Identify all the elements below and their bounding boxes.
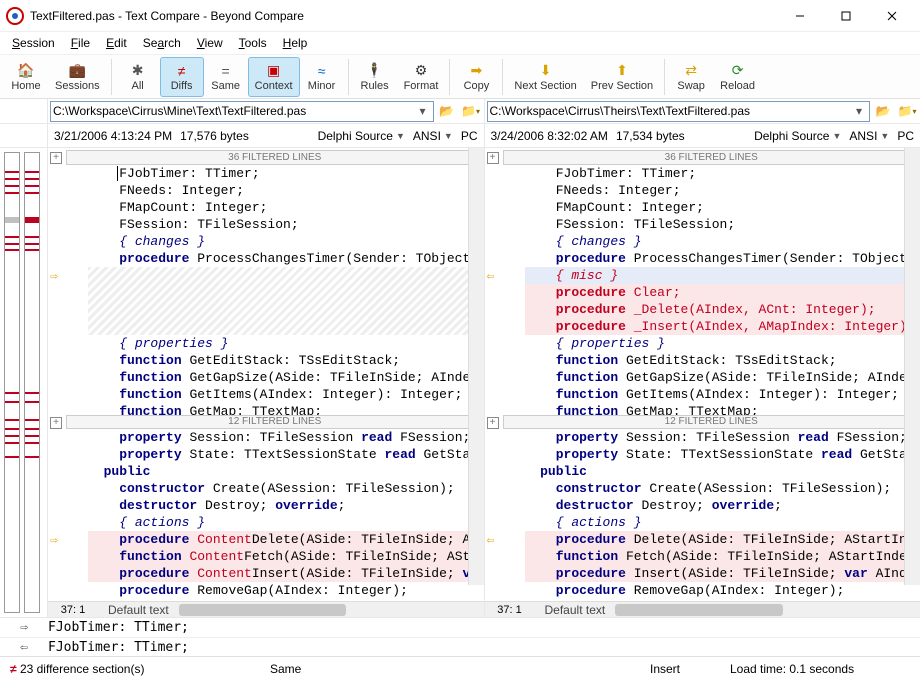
arrow-right-icon: ➡ [467,62,485,80]
thumbnail-view[interactable] [0,148,48,617]
rules-button[interactable]: 🕴Rules [353,57,397,97]
right-path: C:\Workspace\Cirrus\Theirs\Text\TextFilt… [490,104,852,118]
left-cursor-pos: 37: 1 [48,604,98,616]
chevron-down-icon[interactable]: ▾ [851,104,867,118]
menu-search[interactable]: Search [137,34,187,52]
reload-button[interactable]: ⟳Reload [713,57,762,97]
status-bar: ≠ 23 difference section(s) Same Insert L… [0,656,920,680]
right-cursor-pos: 37: 1 [485,604,535,616]
right-scrollbar-horizontal[interactable] [615,603,920,617]
status-diffs: 23 difference section(s) [20,662,145,676]
left-path: C:\Workspace\Cirrus\Mine\Text\TextFilter… [53,104,415,118]
menu-view[interactable]: View [191,34,229,52]
status-load-time: Load time: 0.1 seconds [720,657,920,680]
swap-button[interactable]: ⇄Swap [669,57,713,97]
left-editor[interactable]: +36 FILTERED LINES FJobTimer: TTimer; FN… [48,148,484,601]
right-path-combo[interactable]: C:\Workspace\Cirrus\Theirs\Text\TextFilt… [487,101,871,122]
left-scrollbar-vertical[interactable] [468,148,484,585]
sessions-button[interactable]: 💼Sessions [48,57,107,97]
gear-icon: ⚙ [412,62,430,80]
reload-icon: ⟳ [729,62,747,80]
folder-icon: 📁 [461,104,476,118]
left-size: 17,576 bytes [180,129,249,143]
status-insert: Insert [640,657,720,680]
left-open-menu[interactable]: 📁▾ [460,101,482,122]
close-button[interactable] [870,1,914,31]
toolbar: 🏠Home 💼Sessions ✱All ≠Diffs =Same ▣Conte… [0,54,920,99]
swap-icon: ⇄ [682,62,700,80]
menu-bar: Session File Edit Search View Tools Help [0,32,920,54]
next-section-button[interactable]: ⬇Next Section [507,57,583,97]
window-title: TextFiltered.pas - Text Compare - Beyond… [30,9,778,23]
maximize-button[interactable] [824,1,868,31]
minor-button[interactable]: ≈Minor [300,57,344,97]
right-edit-mode: Default text [535,603,616,617]
left-lang-drop[interactable]: Delphi Source▼ [318,129,405,143]
app-icon [6,7,24,25]
merge-line-bottom[interactable]: ⇦ FJobTimer: TTimer; [0,637,920,656]
left-edit-mode: Default text [98,603,179,617]
arrow-down-icon: ⬇ [537,62,555,80]
same-button[interactable]: =Same [204,57,248,97]
right-date: 3/24/2006 8:32:02 AM [491,129,608,143]
diff-marker-icon: ⇨ [50,268,58,285]
menu-tools[interactable]: Tools [233,34,273,52]
prev-section-button[interactable]: ⬆Prev Section [584,57,660,97]
right-editor[interactable]: +36 FILTERED LINES FJobTimer: TTimer; FN… [485,148,920,601]
menu-help[interactable]: Help [277,34,314,52]
right-enc-drop[interactable]: ANSI▼ [849,129,889,143]
right-scrollbar-vertical[interactable] [904,148,920,585]
not-equal-icon: ≠ [10,662,17,676]
right-platform: PC [897,129,914,143]
status-same: Same [260,657,640,680]
expand-icon[interactable]: + [50,417,62,429]
home-button[interactable]: 🏠Home [4,57,48,97]
format-button[interactable]: ⚙Format [397,57,446,97]
left-enc-drop[interactable]: ANSI▼ [413,129,453,143]
left-scrollbar-horizontal[interactable] [179,603,484,617]
expand-icon[interactable]: + [487,152,499,164]
left-path-combo[interactable]: C:\Workspace\Cirrus\Mine\Text\TextFilter… [50,101,434,122]
home-icon: 🏠 [17,62,35,80]
menu-session[interactable]: Session [6,34,61,52]
folder-open-icon: 📂 [876,104,891,118]
not-equal-icon: ≠ [173,62,191,80]
equals-icon: = [217,62,235,80]
asterisk-icon: ✱ [129,62,147,80]
left-browse-button[interactable]: 📂 [436,101,458,122]
left-platform: PC [461,129,478,143]
context-button[interactable]: ▣Context [248,57,300,97]
diffs-button[interactable]: ≠Diffs [160,57,204,97]
approx-icon: ≈ [313,62,331,80]
arrow-left-icon: ⇦ [0,640,48,655]
context-icon: ▣ [265,62,283,80]
right-lang-drop[interactable]: Delphi Source▼ [754,129,841,143]
left-date: 3/21/2006 4:13:24 PM [54,129,172,143]
expand-icon[interactable]: + [487,417,499,429]
arrow-right-icon: ⇨ [0,620,48,635]
minimize-button[interactable] [778,1,822,31]
diff-marker-icon: ⇨ [50,532,58,549]
menu-file[interactable]: File [65,34,96,52]
referee-icon: 🕴 [366,62,384,80]
menu-edit[interactable]: Edit [100,34,133,52]
all-button[interactable]: ✱All [116,57,160,97]
right-size: 17,534 bytes [616,129,685,143]
arrow-up-icon: ⬆ [613,62,631,80]
expand-icon[interactable]: + [50,152,62,164]
briefcase-icon: 💼 [68,62,86,80]
folder-open-icon: 📂 [439,104,454,118]
merge-line-top[interactable]: ⇨ FJobTimer: TTimer; [0,618,920,637]
right-open-menu[interactable]: 📁▾ [896,101,918,122]
copy-button[interactable]: ➡Copy [454,57,498,97]
diff-marker-icon: ⇦ [487,532,495,549]
chevron-down-icon[interactable]: ▾ [415,104,431,118]
folder-icon: 📁 [898,104,913,118]
diff-marker-icon: ⇦ [487,268,495,285]
right-browse-button[interactable]: 📂 [872,101,894,122]
